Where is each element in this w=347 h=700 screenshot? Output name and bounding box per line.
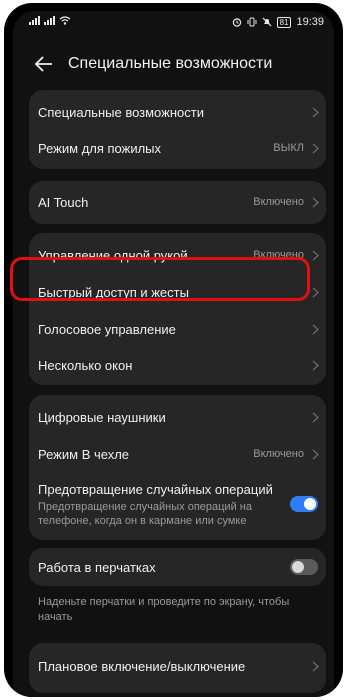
chevron-right-icon [312, 250, 319, 261]
card-gloves: Работа в перчатках [29, 548, 326, 586]
card-control: Управление одной рукой Включено Быстрый … [29, 233, 326, 385]
chevron-right-icon [312, 197, 319, 208]
row-cover-mode[interactable]: Режим В чехле Включено [29, 436, 326, 473]
card-power: Плановое включение/выключение [29, 643, 326, 693]
chevron-right-icon [312, 107, 319, 118]
chevron-right-icon [312, 360, 319, 371]
phone-frame: 81 19:39 Специальные возможности Специал… [4, 3, 343, 697]
row-voice-control[interactable]: Голосовое управление [29, 311, 326, 348]
header: Специальные возможности [13, 49, 334, 79]
card-devices: Цифровые наушники Режим В чехле Включено… [29, 395, 326, 540]
row-label: Управление одной рукой [38, 248, 188, 263]
row-label: Несколько окон [38, 358, 133, 373]
row-description: Предотвращение случайных операций на тел… [38, 501, 252, 527]
row-label: Предотвращение случайных операций [38, 482, 273, 497]
chevron-right-icon [312, 143, 319, 154]
row-elderly-mode[interactable]: Режим для пожилых ВЫКЛ [29, 130, 326, 167]
toggle-knob [292, 561, 304, 573]
signal-icon-2 [44, 16, 55, 25]
row-one-hand[interactable]: Управление одной рукой Включено [29, 237, 326, 274]
row-value: ВЫКЛ [273, 142, 304, 154]
chevron-right-icon [312, 449, 319, 460]
mute-icon [262, 17, 271, 27]
row-quick-access[interactable]: Быстрый доступ и жесты [29, 274, 326, 311]
row-label: Специальные возможности [38, 105, 204, 120]
status-time: 19:39 [296, 16, 324, 28]
row-gloves[interactable]: Работа в перчатках [29, 549, 326, 585]
alarm-icon [232, 18, 241, 27]
vibrate-icon [247, 17, 257, 27]
row-label: Быстрый доступ и жесты [38, 285, 189, 300]
page-title: Специальные возможности [68, 55, 273, 72]
status-bar: 81 19:39 [13, 11, 334, 33]
chevron-right-icon [312, 324, 319, 335]
status-left [29, 16, 71, 25]
row-value: Включено [253, 196, 304, 208]
row-label: Голосовое управление [38, 322, 176, 337]
row-scheduled-power[interactable]: Плановое включение/выключение [29, 648, 326, 685]
toggle-knob [304, 498, 316, 510]
battery-indicator: 81 [276, 16, 292, 28]
row-label: Плановое включение/выключение [38, 659, 246, 674]
row-label: AI Touch [38, 195, 89, 210]
row-accidental-ops[interactable]: Предотвращение случайных операций Предот… [29, 473, 326, 535]
gloves-hint: Наденьте перчатки и проведите по экрану,… [38, 596, 290, 623]
row-value: Включено [253, 448, 304, 460]
chevron-right-icon [312, 412, 319, 423]
row-label: Режим для пожилых [38, 141, 162, 156]
status-right: 81 19:39 [232, 16, 324, 28]
screen: 81 19:39 Специальные возможности Специал… [13, 11, 334, 697]
card-general: Специальные возможности Режим для пожилы… [29, 90, 326, 169]
accidental-ops-toggle[interactable] [290, 496, 318, 512]
row-digital-headphones[interactable]: Цифровые наушники [29, 399, 326, 436]
row-label: Цифровые наушники [38, 410, 166, 425]
row-multi-window[interactable]: Несколько окон [29, 347, 326, 384]
row-accessibility[interactable]: Специальные возможности [29, 94, 326, 131]
row-label: Режим В чехле [38, 447, 130, 462]
wifi-icon [59, 16, 71, 25]
back-arrow-icon[interactable] [33, 53, 55, 75]
chevron-right-icon [312, 661, 319, 672]
row-ai-touch[interactable]: AI Touch Включено [29, 184, 326, 221]
row-value: Включено [253, 249, 304, 261]
row-label: Работа в перчатках [38, 560, 156, 575]
signal-icon [29, 16, 40, 25]
card-ai-touch: AI Touch Включено [29, 181, 326, 224]
gloves-toggle[interactable] [290, 559, 318, 575]
chevron-right-icon [312, 287, 319, 298]
